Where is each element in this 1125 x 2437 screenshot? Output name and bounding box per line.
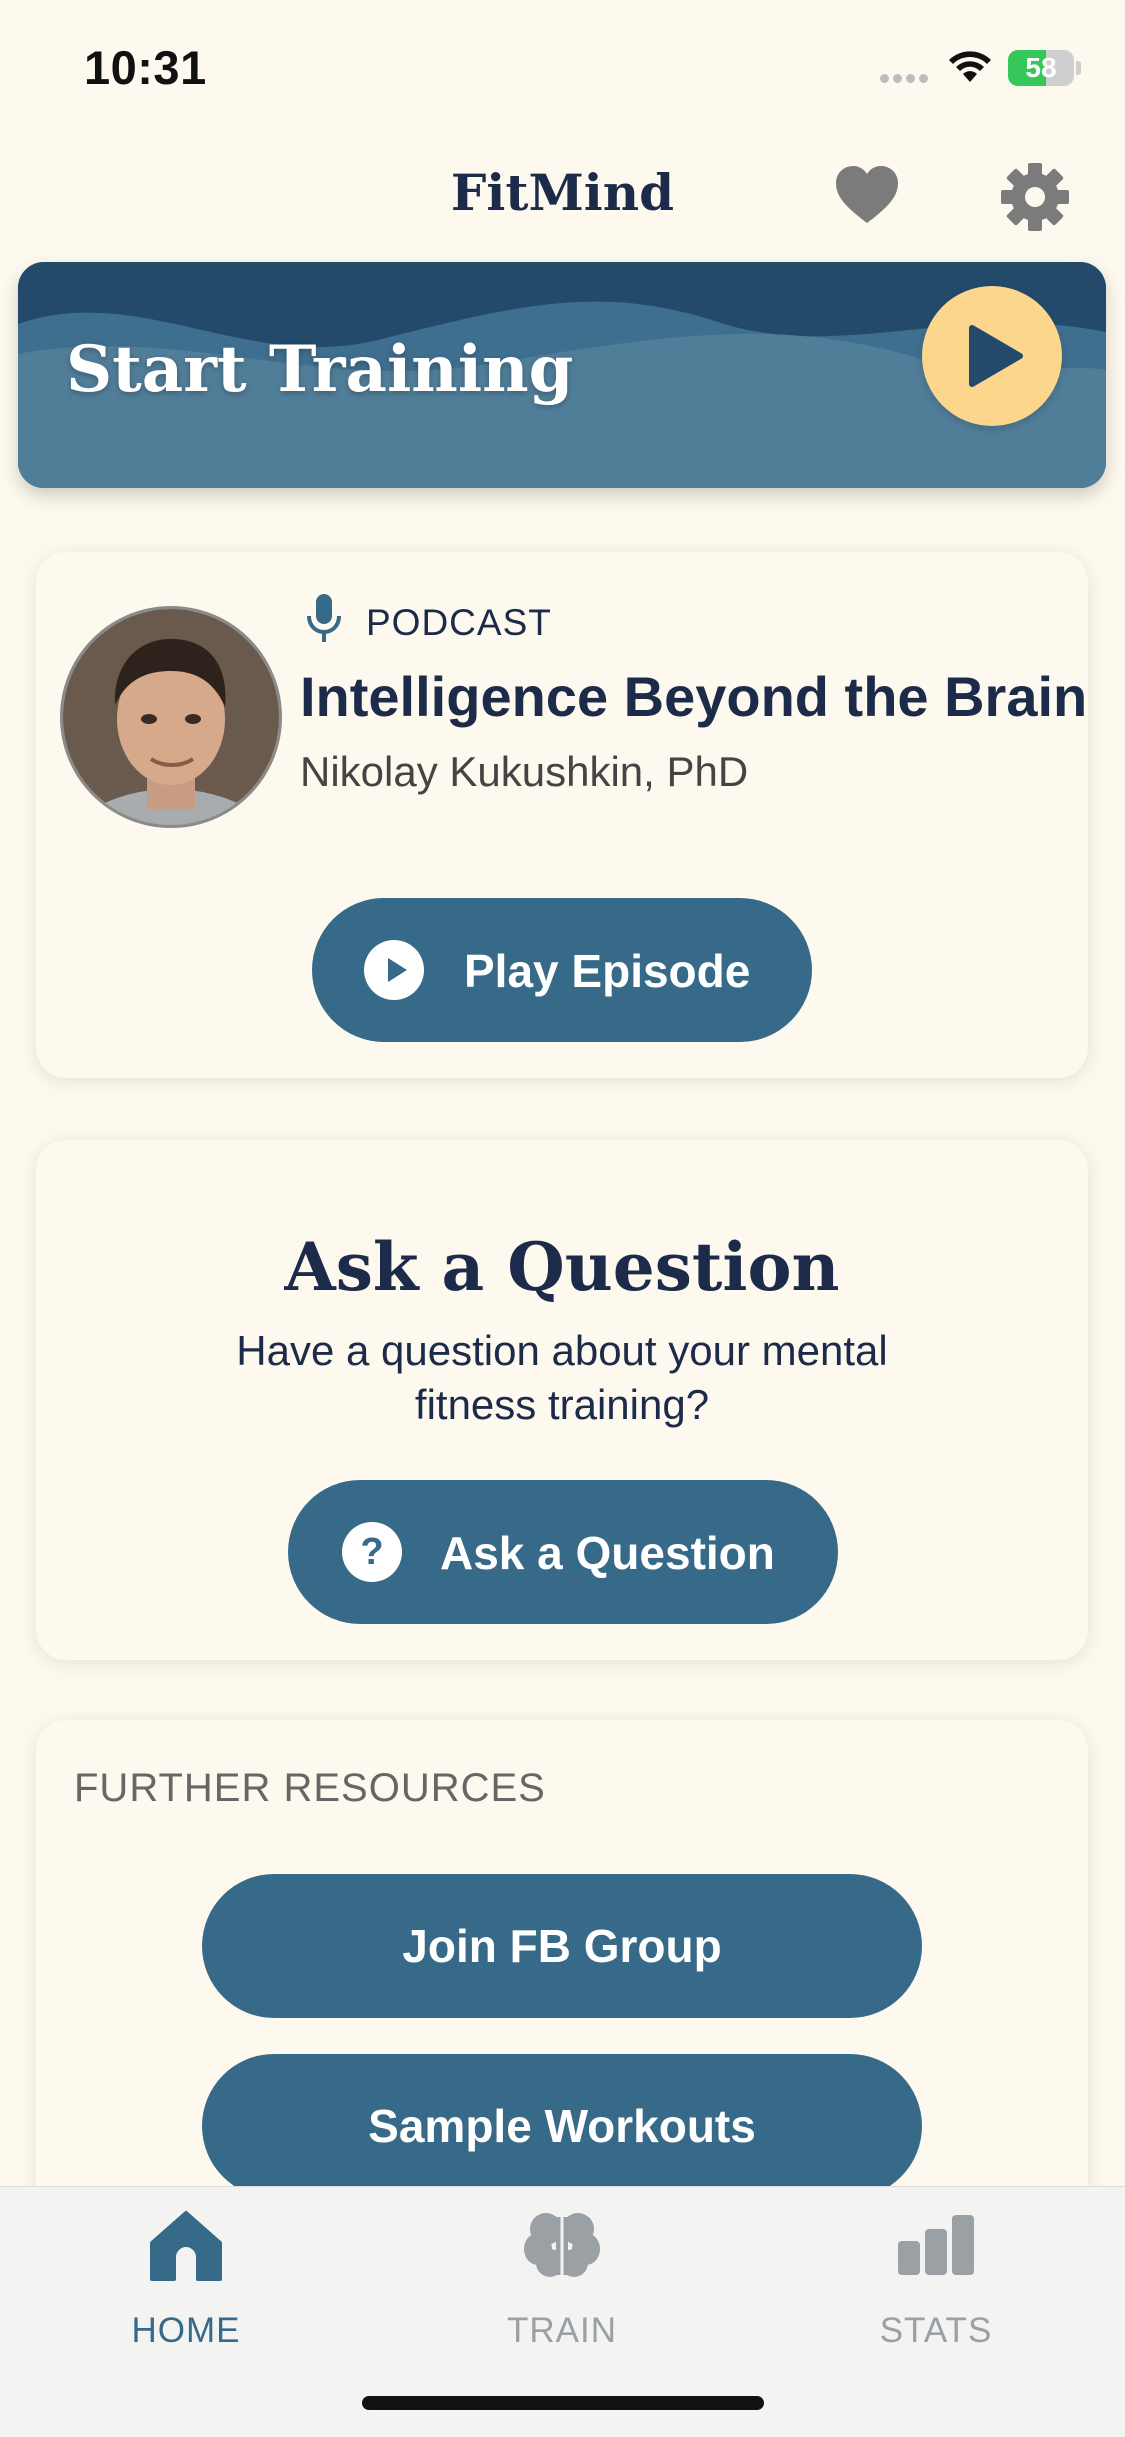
battery-level: 58 bbox=[1025, 52, 1057, 83]
podcast-label: PODCAST bbox=[366, 602, 552, 643]
ask-question-title: Ask a Question bbox=[284, 1228, 840, 1306]
podcast-guest-avatar bbox=[60, 606, 282, 828]
ask-question-button[interactable]: ? Ask a Question bbox=[288, 1480, 838, 1624]
tab-train-label: TRAIN bbox=[507, 2311, 617, 2350]
play-circle-icon bbox=[364, 940, 424, 1000]
play-episode-button[interactable]: Play Episode bbox=[312, 898, 812, 1042]
play-episode-label: Play Episode bbox=[464, 945, 751, 997]
ask-question-label: Ask a Question bbox=[440, 1527, 775, 1579]
microphone-icon bbox=[304, 592, 344, 649]
app-title: FitMind bbox=[450, 163, 675, 222]
tab-stats-label: STATS bbox=[879, 2311, 993, 2350]
join-fb-group-button[interactable]: Join FB Group bbox=[202, 1874, 922, 2018]
tab-home-label: HOME bbox=[131, 2311, 241, 2350]
tab-train[interactable]: TRAIN bbox=[432, 2207, 692, 2351]
play-icon[interactable] bbox=[922, 286, 1062, 426]
status-time: 10:31 bbox=[84, 41, 207, 94]
tab-home[interactable]: HOME bbox=[56, 2207, 316, 2351]
start-training-banner[interactable]: Start Training bbox=[18, 262, 1106, 488]
heart-icon[interactable] bbox=[834, 165, 900, 230]
ask-question-subtitle: Have a question about your mental fitnes… bbox=[236, 1327, 888, 1428]
sample-workouts-button[interactable]: Sample Workouts bbox=[202, 2054, 922, 2198]
home-indicator bbox=[362, 2396, 764, 2410]
podcast-author: Nikolay Kukushkin, PhD bbox=[300, 748, 749, 795]
brain-icon bbox=[432, 2207, 692, 2287]
question-circle-icon: ? bbox=[342, 1522, 402, 1582]
banner-title: Start Training bbox=[66, 332, 574, 407]
battery-icon: 58 bbox=[1008, 50, 1074, 86]
gear-icon[interactable] bbox=[1000, 162, 1070, 237]
podcast-title: Intelligence Beyond the Brain bbox=[300, 665, 1088, 728]
further-resources-label: FURTHER RESOURCES bbox=[74, 1766, 546, 1810]
wifi-icon bbox=[946, 48, 994, 89]
home-icon bbox=[56, 2207, 316, 2287]
bar-chart-icon bbox=[806, 2207, 1066, 2287]
tab-stats[interactable]: STATS bbox=[806, 2207, 1066, 2351]
battery-nub bbox=[1076, 61, 1081, 75]
cellular-signal-icon bbox=[880, 70, 932, 88]
